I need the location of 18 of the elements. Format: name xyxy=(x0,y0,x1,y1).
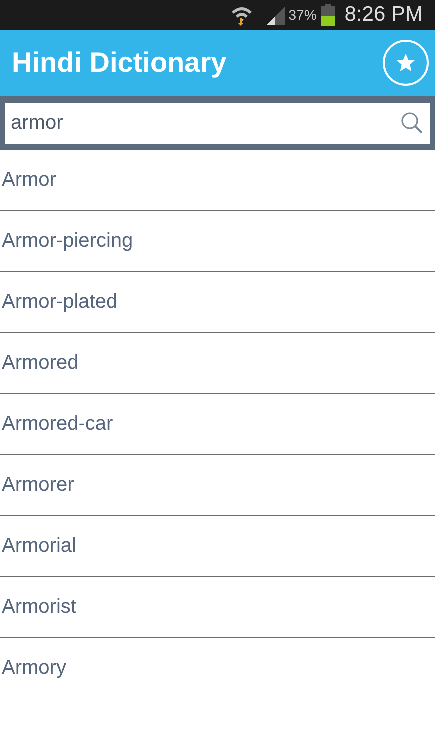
search-field[interactable]: armor xyxy=(5,102,430,144)
result-item[interactable]: Armorial xyxy=(0,516,435,577)
result-item[interactable]: Armorer xyxy=(0,455,435,516)
result-item[interactable]: Armored-car xyxy=(0,394,435,455)
result-item[interactable]: Armored xyxy=(0,333,435,394)
result-item[interactable]: Armory xyxy=(0,638,435,698)
app-title: Hindi Dictionary xyxy=(12,47,227,79)
result-item[interactable]: Armor-piercing xyxy=(0,211,435,272)
battery-percentage: 37% xyxy=(288,7,317,23)
signal-icon xyxy=(264,5,285,25)
result-item[interactable]: Armorist xyxy=(0,577,435,638)
result-item[interactable]: Armor xyxy=(0,150,435,211)
battery-icon xyxy=(320,4,335,26)
search-icon[interactable] xyxy=(400,111,424,135)
star-icon xyxy=(396,53,416,73)
clock-time: 8:26 PM xyxy=(344,3,423,27)
result-item[interactable]: Armor-plated xyxy=(0,272,435,333)
favorites-button[interactable] xyxy=(383,40,429,86)
